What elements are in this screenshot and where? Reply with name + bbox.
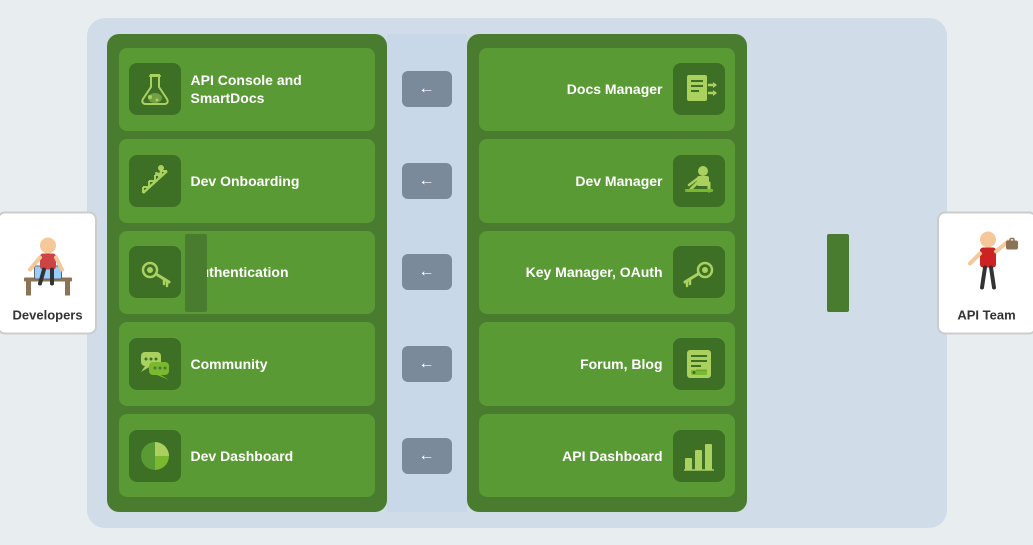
dev-onboarding-label: Dev Onboarding xyxy=(191,172,300,190)
docs-manager-label: Docs Manager xyxy=(567,80,663,98)
barchart-icon xyxy=(673,430,725,482)
outer-box: Developers xyxy=(87,18,947,528)
right-connector xyxy=(827,234,849,312)
escalator-icon xyxy=(129,155,181,207)
developer-icon xyxy=(13,223,83,303)
dev-dashboard-label: Dev Dashboard xyxy=(191,447,294,465)
forum-blog-row: Forum, Blog xyxy=(479,322,735,406)
key-icon xyxy=(129,246,181,298)
community-row: Community xyxy=(119,322,375,406)
api-console-row: API Console and SmartDocs xyxy=(119,48,375,132)
docs-manager-row: Docs Manager xyxy=(479,48,735,132)
devmanager-icon xyxy=(673,155,725,207)
api-team-label: API Team xyxy=(953,307,1021,322)
arrow-1: ← xyxy=(402,71,452,107)
dev-dashboard-row: Dev Dashboard xyxy=(119,414,375,498)
middle-column: ← ← ← ← ← xyxy=(387,34,467,512)
arrow-4: ← xyxy=(402,346,452,382)
dev-onboarding-row: Dev Onboarding xyxy=(119,139,375,223)
dev-manager-label: Dev Manager xyxy=(575,172,662,190)
flask-icon xyxy=(129,63,181,115)
right-green-panel: Docs Manager xyxy=(467,34,747,512)
developers-figure: Developers xyxy=(0,211,97,334)
authentication-row: Authentication xyxy=(119,231,375,315)
arrow-3: ← xyxy=(402,254,452,290)
left-green-panel: API Console and SmartDocs xyxy=(107,34,387,512)
inner-content: API Console and SmartDocs xyxy=(107,34,927,512)
api-dashboard-label: API Dashboard xyxy=(562,447,662,465)
docs-icon xyxy=(673,63,725,115)
arrow-2: ← xyxy=(402,163,452,199)
diagram-wrapper: Developers xyxy=(0,0,1033,545)
keyright-icon xyxy=(673,246,725,298)
community-label: Community xyxy=(191,355,268,373)
arrow-5: ← xyxy=(402,438,452,474)
api-team-icon xyxy=(953,223,1023,303)
api-dashboard-row: API Dashboard xyxy=(479,414,735,498)
key-manager-row: Key Manager, OAuth xyxy=(479,231,735,315)
developers-label: Developers xyxy=(13,307,81,322)
api-team-figure: API Team xyxy=(937,211,1033,334)
piechart-icon xyxy=(129,430,181,482)
dev-manager-row: Dev Manager xyxy=(479,139,735,223)
blog-icon xyxy=(673,338,725,390)
forum-blog-label: Forum, Blog xyxy=(580,355,662,373)
chat-icon xyxy=(129,338,181,390)
left-connector xyxy=(185,234,207,312)
key-manager-label: Key Manager, OAuth xyxy=(526,263,663,281)
api-console-label: API Console and SmartDocs xyxy=(191,71,365,107)
